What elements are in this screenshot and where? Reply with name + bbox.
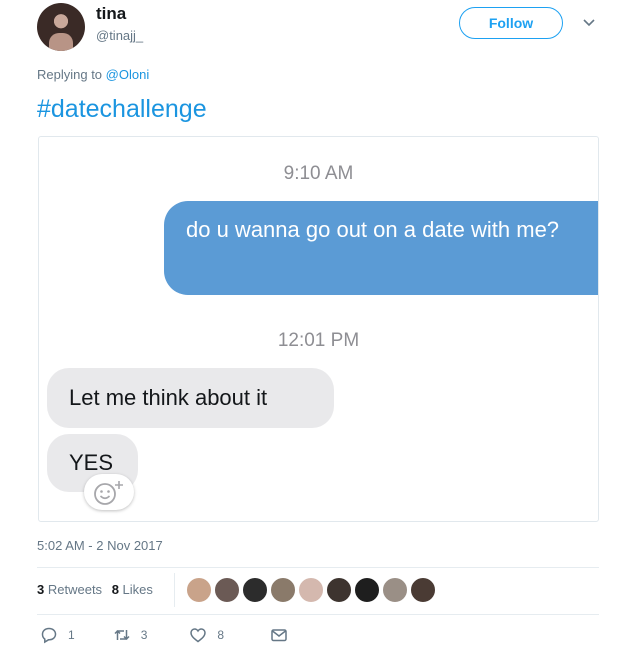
add-reaction-icon (94, 481, 123, 505)
retweets-stat[interactable]: 3 Retweets (37, 582, 106, 597)
chevron-down-icon[interactable] (582, 15, 596, 29)
attached-screenshot[interactable]: 9:10 AM do u wanna go out on a date with… (38, 136, 599, 522)
liker-avatar[interactable] (354, 577, 380, 603)
liker-avatar[interactable] (382, 577, 408, 603)
direct-message-button[interactable] (270, 626, 288, 644)
tweet-stats: 3 Retweets 8 Likes (37, 582, 159, 597)
user-avatar[interactable] (37, 3, 85, 51)
likes-label: Likes (122, 582, 153, 597)
reaction-button (84, 474, 134, 510)
retweet-button[interactable]: 3 (113, 626, 148, 644)
reply-count: 1 (68, 628, 75, 642)
received-message-bubble: Let me think about it (47, 368, 334, 428)
message-timestamp: 9:10 AM (283, 163, 354, 184)
tweet-timestamp[interactable]: 5:02 AM - 2 Nov 2017 (37, 538, 163, 553)
envelope-icon (271, 629, 287, 642)
replying-to-label: Replying to (37, 67, 103, 82)
retweets-label: Retweets (47, 582, 103, 597)
like-count: 8 (217, 628, 225, 642)
hashtag-link[interactable]: #datechallenge (37, 95, 207, 124)
divider (37, 614, 599, 615)
likes-count: 8 (111, 582, 119, 597)
liker-avatar[interactable] (242, 577, 268, 603)
tweet-actions: 1 3 8 (40, 626, 288, 644)
divider (37, 567, 599, 568)
follow-button[interactable]: Follow (459, 7, 563, 39)
likes-stat[interactable]: 8 Likes (112, 582, 153, 597)
message-timestamp: 12:01 PM (277, 330, 360, 351)
reply-mention-link[interactable]: @Oloni (106, 67, 150, 82)
sent-message-bubble: do u wanna go out on a date with me? (164, 201, 598, 295)
liker-avatar[interactable] (270, 577, 296, 603)
retweet-count: 3 (140, 628, 148, 642)
liker-avatar[interactable] (326, 577, 352, 603)
reply-icon (41, 627, 57, 644)
liker-avatar[interactable] (298, 577, 324, 603)
liker-avatar[interactable] (410, 577, 436, 603)
heart-icon (190, 628, 207, 643)
liker-avatar[interactable] (186, 577, 212, 603)
user-display-name[interactable]: tina (96, 4, 126, 24)
liker-avatars (186, 577, 438, 603)
retweets-count: 3 (37, 582, 45, 597)
replying-to-line: Replying to @Oloni (37, 67, 149, 82)
retweet-icon (114, 629, 130, 641)
divider (174, 573, 175, 607)
like-button[interactable]: 8 (189, 626, 224, 644)
user-handle[interactable]: @tinajj_ (96, 28, 143, 43)
reply-button[interactable]: 1 (40, 626, 75, 644)
liker-avatar[interactable] (214, 577, 240, 603)
